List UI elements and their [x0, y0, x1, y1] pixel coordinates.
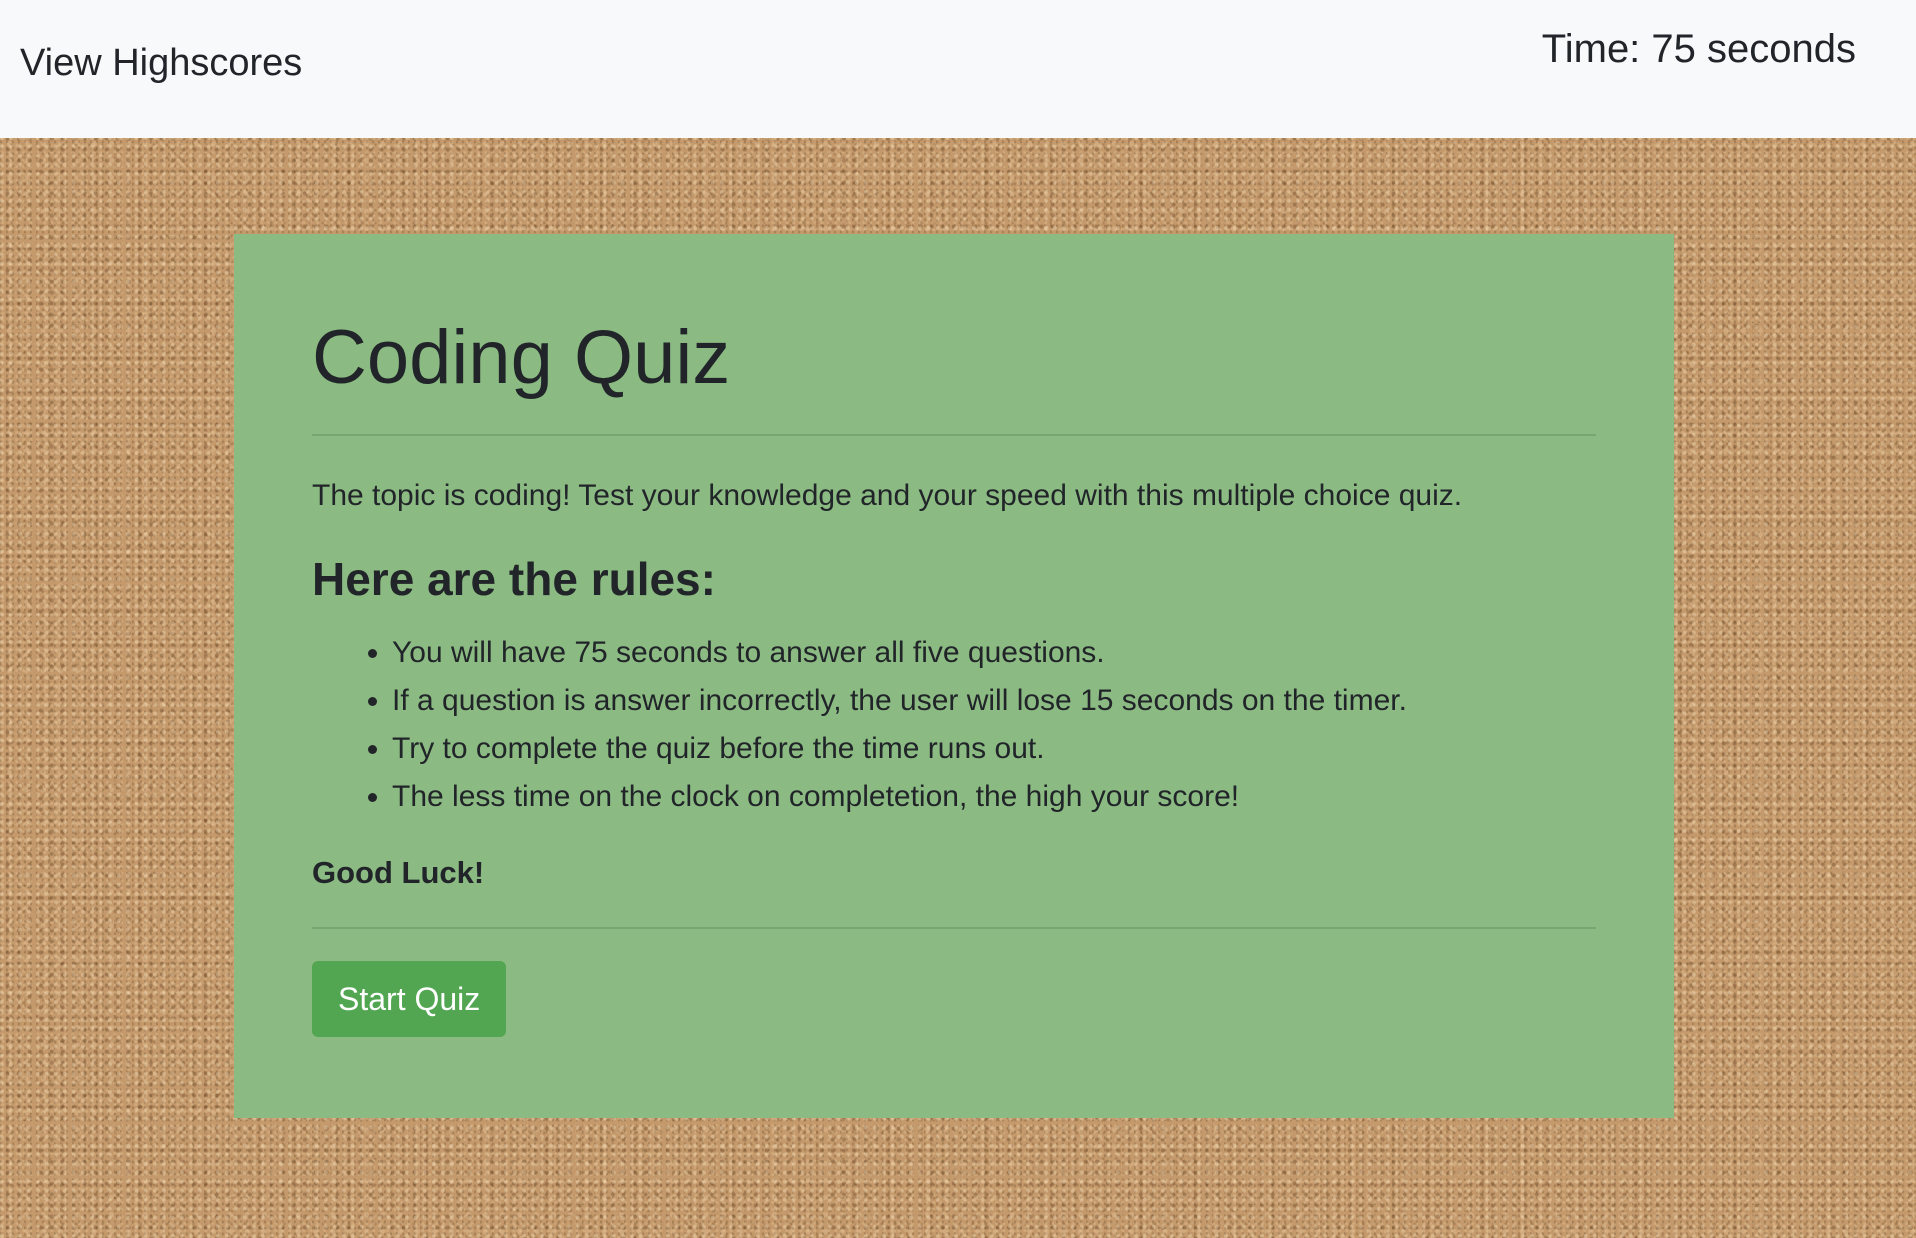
start-quiz-button[interactable]: Start Quiz	[312, 960, 507, 1037]
page-title: Coding Quiz	[312, 315, 731, 400]
rules-heading: Here are the rules:	[312, 553, 716, 605]
good-luck-text: Good Luck!	[312, 854, 485, 890]
rule-item: Try to complete the quiz before the time…	[392, 725, 1596, 773]
rule-item: If a question is answer incorrectly, the…	[392, 677, 1596, 725]
rule-item: You will have 75 seconds to answer all f…	[392, 629, 1596, 677]
footer-divider	[312, 926, 1596, 929]
intro-text: The topic is coding! Test your knowledge…	[312, 479, 1463, 512]
navbar: View Highscores Time: 75 seconds	[0, 0, 1916, 138]
timer-display: Time: 75 seconds	[1541, 27, 1856, 71]
quiz-intro-card: Coding Quiz The topic is coding! Test yo…	[234, 234, 1674, 1118]
rules-list: You will have 75 seconds to answer all f…	[312, 629, 1596, 821]
view-highscores-link[interactable]: View Highscores	[20, 42, 302, 85]
rule-item: The less time on the clock on completeti…	[392, 773, 1596, 821]
title-divider	[312, 434, 1596, 436]
